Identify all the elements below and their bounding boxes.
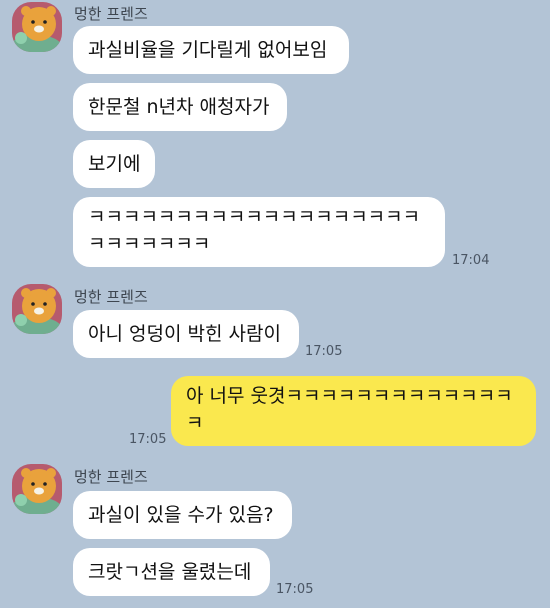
ryan-character-icon xyxy=(12,6,62,52)
avatar[interactable] xyxy=(12,284,62,334)
message-bubble[interactable]: 과실비율을 기다릴게 없어보임 xyxy=(73,26,349,74)
ryan-character-icon xyxy=(12,288,62,334)
message-bubble-sent[interactable]: 아 너무 웃겻ㅋㅋㅋㅋㅋㅋㅋㅋㅋㅋㅋㅋㅋㅋ xyxy=(171,376,536,446)
message-bubble[interactable]: 한문철 n년차 애청자가 xyxy=(73,83,287,131)
message-bubble[interactable]: ㅋㅋㅋㅋㅋㅋㅋㅋㅋㅋㅋㅋㅋㅋㅋㅋㅋㅋㅋㅋㅋㅋㅋㅋㅋㅋ xyxy=(73,197,445,267)
avatar[interactable] xyxy=(12,464,62,514)
message-bubble[interactable]: 과실이 있을 수가 있음? xyxy=(73,491,292,539)
message-time: 17:05 xyxy=(276,582,314,597)
sender-name: 멍한 프렌즈 xyxy=(74,5,148,23)
message-bubble[interactable]: 아니 엉덩이 박힌 사람이 xyxy=(73,310,299,358)
sender-name: 멍한 프렌즈 xyxy=(74,288,148,306)
message-bubble[interactable]: 보기에 xyxy=(73,140,155,188)
message-time: 17:05 xyxy=(305,344,343,359)
sender-name: 멍한 프렌즈 xyxy=(74,468,148,486)
ryan-character-icon xyxy=(12,468,62,514)
message-time: 17:05 xyxy=(129,432,167,447)
avatar[interactable] xyxy=(12,2,62,52)
message-bubble[interactable]: 크랏ㄱ션을 울렸는데 xyxy=(73,548,270,596)
message-time: 17:04 xyxy=(452,253,490,268)
